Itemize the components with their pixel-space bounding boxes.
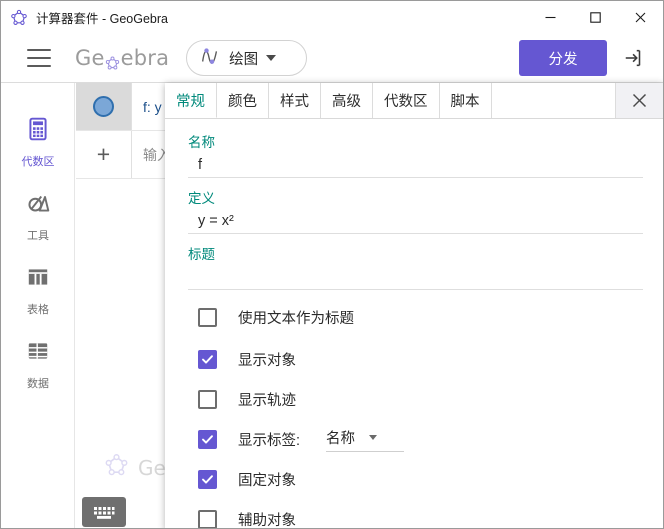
name-input[interactable]: f — [188, 152, 643, 178]
checkbox-label: 显示轨迹 — [238, 389, 296, 410]
app-selector[interactable]: 绘图 — [186, 40, 307, 76]
maximize-button[interactable] — [573, 2, 618, 34]
tab-algebra[interactable]: 代数区 — [373, 83, 440, 118]
data-grid-icon — [25, 338, 51, 369]
table-icon — [25, 264, 51, 295]
checkbox-label: 显示对象 — [238, 349, 296, 370]
dialog-tab-bar: 常规 颜色 样式 高级 代数区 脚本 — [165, 83, 663, 119]
sign-in-icon[interactable] — [619, 43, 649, 73]
tab-color[interactable]: 颜色 — [217, 83, 269, 118]
checkbox-label: 固定对象 — [238, 469, 296, 490]
sidebar-item-label: 代数区 — [22, 153, 55, 169]
sidebar-item-data[interactable]: 数据 — [1, 327, 75, 401]
field-definition: 定义 y = x² — [188, 189, 643, 234]
dialog-body: 名称 f 定义 y = x² 标题 . 使用文本作为标题 — [165, 119, 663, 529]
app-selector-label: 绘图 — [229, 48, 258, 69]
checkbox-row-show-trace[interactable]: 显示轨迹 — [188, 386, 643, 412]
app-header: Ge ebra 绘图 — [1, 34, 663, 83]
tab-general[interactable]: 常规 — [165, 83, 217, 118]
visibility-circle-icon[interactable] — [76, 83, 132, 130]
geogebra-logo-icon — [10, 9, 28, 27]
checkbox-label: 使用文本作为标题 — [238, 307, 354, 328]
tab-scripting[interactable]: 脚本 — [440, 83, 492, 118]
checkbox-row-auxiliary-object[interactable]: 辅助对象 — [188, 506, 643, 529]
checkbox-show-trace[interactable] — [198, 390, 217, 409]
field-name-label: 名称 — [188, 133, 643, 152]
check-icon — [201, 473, 214, 486]
calculator-icon — [25, 116, 51, 147]
field-caption: 标题 . — [188, 245, 643, 290]
chevron-down-icon — [369, 435, 377, 440]
geogebra-pentagon-icon — [105, 52, 120, 67]
brand-text-part1: Ge — [75, 46, 105, 70]
tools-icon — [25, 190, 51, 221]
title-bar: 计算器套件 - GeoGebra — [1, 1, 663, 34]
left-sidebar: 代数区 工具 表格 — [1, 83, 75, 529]
checkbox-row-use-caption[interactable]: 使用文本作为标题 — [188, 304, 643, 330]
brand-text-part2: ebra — [121, 46, 170, 70]
sidebar-item-label: 数据 — [27, 375, 49, 391]
field-name: 名称 f — [188, 133, 643, 178]
definition-input[interactable]: y = x² — [188, 208, 643, 234]
plus-icon[interactable]: + — [76, 131, 132, 178]
checkbox-show-object[interactable] — [198, 350, 217, 369]
keyboard-icon[interactable] — [82, 497, 126, 527]
checkbox-row-fix-object[interactable]: 固定对象 — [188, 466, 643, 492]
checkbox-auxiliary-object[interactable] — [198, 510, 217, 529]
close-button[interactable] — [618, 2, 663, 34]
hamburger-menu-icon[interactable] — [27, 49, 51, 67]
object-properties-dialog: 常规 颜色 样式 高级 代数区 脚本 名称 f 定义 y = x² — [165, 83, 663, 529]
geogebra-window: 计算器套件 - GeoGebra Ge — [0, 0, 664, 529]
checkbox-row-show-object[interactable]: 显示对象 — [188, 346, 643, 372]
chevron-down-icon — [266, 55, 276, 61]
sidebar-item-label: 表格 — [27, 301, 49, 317]
geogebra-pentagon-icon — [104, 453, 129, 483]
sidebar-item-algebra[interactable]: 代数区 — [1, 105, 75, 179]
tab-style[interactable]: 样式 — [269, 83, 321, 118]
field-definition-label: 定义 — [188, 189, 643, 208]
checkbox-label: 辅助对象 — [238, 509, 296, 529]
checkbox-show-label[interactable] — [198, 430, 217, 449]
tab-advanced[interactable]: 高级 — [321, 83, 373, 118]
dialog-close-icon[interactable] — [616, 83, 663, 118]
share-button[interactable]: 分发 — [519, 40, 607, 76]
brand-logo: Ge ebra — [75, 46, 169, 70]
sidebar-item-label: 工具 — [27, 227, 49, 243]
sidebar-item-table[interactable]: 表格 — [1, 253, 75, 327]
field-caption-label: 标题 — [188, 245, 643, 264]
check-icon — [201, 353, 214, 366]
caption-input[interactable]: . — [188, 264, 643, 290]
graphing-icon — [199, 45, 221, 72]
minimize-button[interactable] — [528, 2, 573, 34]
label-style-select[interactable]: 名称 — [326, 426, 404, 452]
sidebar-item-tools[interactable]: 工具 — [1, 179, 75, 253]
check-icon — [201, 433, 214, 446]
visibility-toggle[interactable] — [93, 96, 114, 117]
checkbox-row-show-label[interactable]: 显示标签: 名称 — [188, 426, 643, 452]
checkbox-list: 使用文本作为标题 显示对象 显示轨迹 — [188, 304, 643, 529]
window-title: 计算器套件 - GeoGebra — [36, 8, 168, 27]
algebra-row-label: f: y — [132, 99, 162, 115]
checkbox-use-caption[interactable] — [198, 308, 217, 327]
label-style-value: 名称 — [326, 427, 355, 448]
checkbox-label: 显示标签: — [238, 429, 300, 450]
add-row-glyph: + — [97, 143, 110, 166]
checkbox-fix-object[interactable] — [198, 470, 217, 489]
tab-bar-filler — [492, 83, 617, 118]
